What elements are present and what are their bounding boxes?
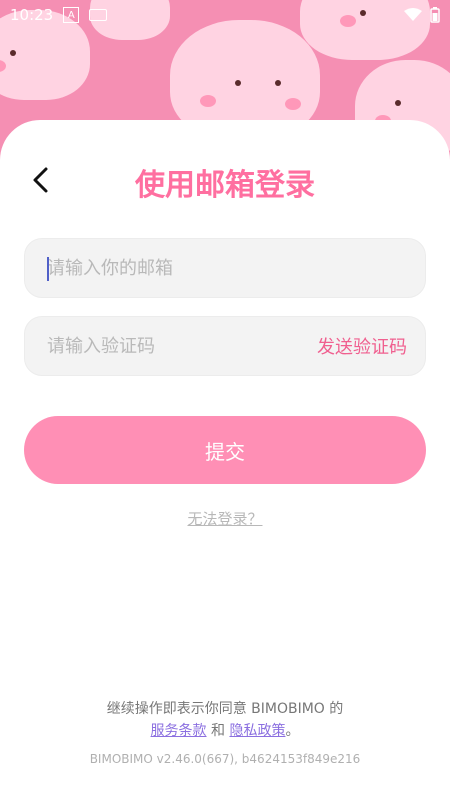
- terms-prefix: 继续操作即表示你同意 BIMOBIMO 的: [106, 701, 344, 717]
- status-bar: 10:23 A: [0, 0, 450, 30]
- text-cursor: [47, 257, 49, 281]
- terms-and: 和: [211, 723, 225, 739]
- terms-of-service-link[interactable]: 服务条款: [151, 723, 207, 739]
- battery-icon: [430, 7, 440, 23]
- email-field-container: [24, 238, 426, 298]
- cant-login-link[interactable]: 无法登录？: [0, 508, 450, 529]
- login-card: 使用邮箱登录 发送验证码 提交 无法登录？ 继续操作即表示你同意 BIMOBIM…: [0, 120, 450, 800]
- page-title: 使用邮箱登录: [135, 168, 315, 203]
- terms-notice: 继续操作即表示你同意 BIMOBIMO 的 服务条款 和 隐私政策。: [0, 698, 450, 742]
- code-field-container: 发送验证码: [24, 316, 426, 376]
- terms-suffix: 。: [285, 723, 300, 739]
- email-input[interactable]: [25, 257, 425, 279]
- notification-a-icon: A: [63, 7, 80, 23]
- wifi-icon: [404, 8, 422, 21]
- submit-button[interactable]: 提交: [24, 416, 426, 484]
- status-time: 10:23: [10, 6, 54, 24]
- privacy-policy-link[interactable]: 隐私政策: [229, 723, 285, 739]
- version-info: BIMOBIMO v2.46.0(667), b4624153f849e216: [89, 752, 361, 766]
- keyboard-icon: [89, 9, 108, 21]
- send-code-button[interactable]: 发送验证码: [317, 333, 407, 359]
